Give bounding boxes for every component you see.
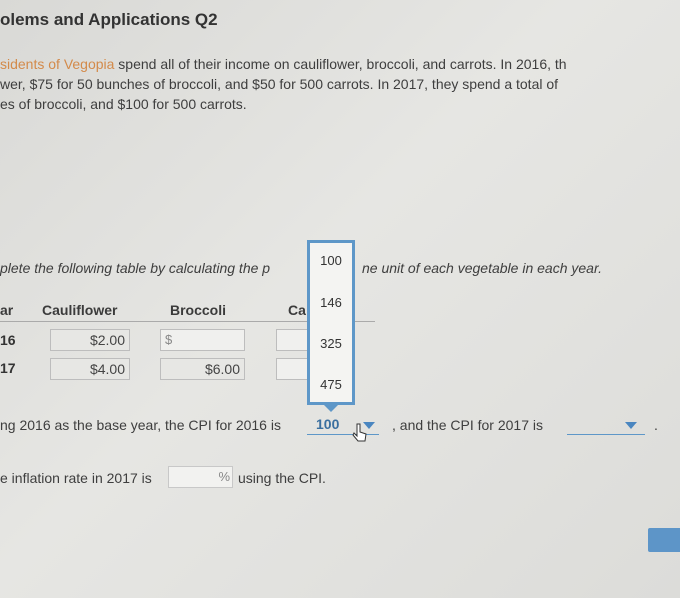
carrots-2017-input[interactable] — [276, 358, 308, 380]
dropdown-option-146[interactable]: 146 — [310, 295, 352, 310]
broccoli-2017-value: $6.00 — [160, 358, 245, 380]
intro-line-1-rest: spend all of their income on cauliflower… — [114, 56, 567, 72]
submit-button[interactable] — [648, 528, 680, 552]
header-carrots: Ca — [288, 302, 306, 318]
chevron-down-icon — [625, 422, 637, 429]
cpi-dropdown-list[interactable]: 100 146 325 475 — [307, 240, 355, 405]
dropdown-option-100[interactable]: 100 — [310, 253, 352, 268]
cpi-sentence-end: . — [654, 417, 658, 433]
cpi-sentence-start: ng 2016 as the base year, the CPI for 20… — [0, 417, 281, 433]
header-broccoli: Broccoli — [170, 302, 227, 318]
mouse-cursor-icon — [352, 423, 367, 442]
intro-line-3: es of broccoli, and $100 for 500 carrots… — [0, 96, 247, 112]
header-year: ar — [0, 302, 14, 318]
dropdown-pointer-icon — [324, 405, 338, 412]
problem-intro: sidents of Vegopia spend all of their in… — [0, 54, 567, 114]
instruction-right: ne unit of each vegetable in each year. — [362, 260, 602, 276]
cauliflower-2016-value: $2.00 — [50, 329, 130, 351]
page-title: olems and Applications Q2 — [0, 10, 218, 29]
header-cauliflower: Cauliflower — [42, 302, 118, 318]
dollar-prefix: $ — [165, 332, 173, 347]
cpi-2017-select[interactable] — [567, 416, 645, 435]
percent-sign: % — [218, 469, 230, 484]
intro-line-2: wer, $75 for 50 bunches of broccoli, and… — [0, 76, 559, 92]
inflation-sentence-start: e inflation rate in 2017 is — [0, 470, 152, 486]
dropdown-option-325[interactable]: 325 — [310, 336, 352, 351]
intro-line-1-highlight: sidents of Vegopia — [0, 56, 115, 72]
cpi-sentence-middle: , and the CPI for 2017 is — [392, 417, 543, 433]
broccoli-2016-input[interactable]: $ — [160, 329, 245, 351]
cpi-2016-selected-value: 100 — [316, 416, 340, 432]
carrots-2016-input[interactable] — [276, 329, 308, 351]
row-2016-year: 16 — [0, 332, 16, 348]
inflation-sentence-end: using the CPI. — [238, 470, 326, 486]
inflation-rate-input[interactable]: % — [168, 466, 233, 488]
intro-line-1: sidents of Vegopia spend all of their in… — [0, 54, 567, 74]
row-2017-year: 17 — [0, 360, 16, 376]
cauliflower-2017-value: $4.00 — [50, 358, 130, 380]
dropdown-option-475[interactable]: 475 — [310, 377, 352, 392]
instruction-left: plete the following table by calculating… — [0, 260, 271, 276]
